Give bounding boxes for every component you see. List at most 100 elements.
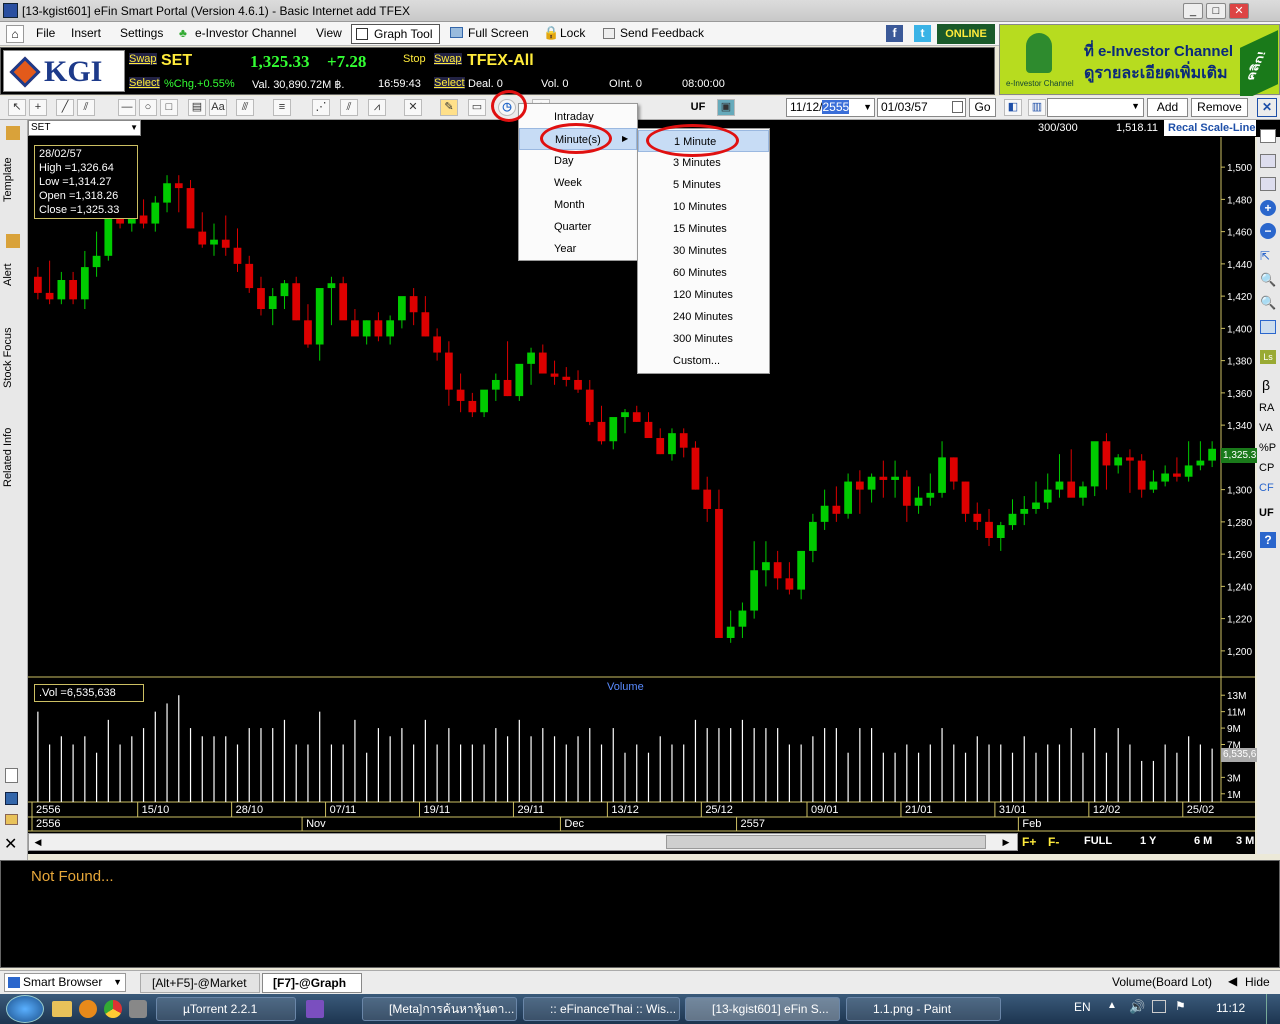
open-folder-icon[interactable]	[5, 814, 18, 825]
new-document-icon[interactable]	[5, 768, 18, 783]
chart-list-icon[interactable]: ▥	[1028, 99, 1046, 116]
save-chart-icon[interactable]: ◧	[1004, 99, 1022, 116]
menu-file[interactable]: File	[36, 26, 55, 40]
taskbar-efinance[interactable]: :: eFinanceThai :: Wis...	[523, 997, 680, 1021]
tab-market[interactable]: [Alt+F5]-@Market	[140, 973, 260, 993]
minimize-button[interactable]: _	[1183, 3, 1203, 19]
tab-template[interactable]: Template	[2, 150, 24, 210]
add-button[interactable]: Add	[1147, 98, 1188, 117]
menu-full-screen[interactable]: Full Screen	[468, 26, 529, 40]
menu-insert[interactable]: Insert	[71, 26, 101, 40]
text-tool-icon[interactable]: Aa	[209, 99, 227, 116]
picture-icon[interactable]: ▣	[717, 99, 735, 116]
minute-30[interactable]: 30 Minutes	[638, 240, 769, 262]
magnify-out-icon[interactable]: 🔍	[1260, 295, 1276, 311]
scroll-left-icon[interactable]: ◀	[31, 835, 45, 849]
parallel-line-tool-icon[interactable]: ⫽	[77, 99, 95, 116]
menu-e-investor-channel[interactable]: e-Investor Channel	[195, 26, 296, 40]
minute-custom[interactable]: Custom...	[638, 350, 769, 372]
pattern-tool-icon[interactable]: ⩘	[368, 99, 386, 116]
smart-browser-select[interactable]: Smart Browser ▼	[4, 973, 126, 992]
range-full-button[interactable]: FULL	[1084, 835, 1112, 847]
tool-uf[interactable]: UF	[1259, 507, 1274, 519]
menu-view[interactable]: View	[316, 26, 342, 40]
range-6m-button[interactable]: 6 M	[1194, 835, 1212, 847]
recal-scale-line[interactable]: Recal Scale-Line	[1164, 120, 1256, 136]
taskbar-chrome-meta[interactable]: [Meta]การค้นหาหุ้นตา...	[362, 997, 517, 1021]
network-icon[interactable]	[1152, 1000, 1166, 1013]
eraser-tool-icon[interactable]: ▭	[468, 99, 486, 116]
minute-240[interactable]: 240 Minutes	[638, 306, 769, 328]
uf-button[interactable]: UF	[686, 99, 710, 116]
ls-icon[interactable]: Ls	[1260, 350, 1276, 364]
calendar-icon[interactable]	[952, 101, 963, 113]
circle-tool-icon[interactable]: ○	[139, 99, 157, 116]
flag-icon[interactable]: ⚑	[1175, 999, 1186, 1013]
delete-tool-icon[interactable]: ✕	[404, 99, 422, 116]
menu-graph-tool[interactable]: Graph Tool	[351, 24, 440, 44]
line-style-icon[interactable]: ≡	[273, 99, 291, 116]
taskbar-efin-portal[interactable]: [13-kgist601] eFin S...	[685, 997, 840, 1021]
taskbar-utorrent[interactable]: µTorrent 2.2.1	[156, 997, 296, 1021]
show-desktop-button[interactable]	[1266, 994, 1280, 1024]
hide-button[interactable]: Hide	[1245, 975, 1270, 989]
crosshair-tool-icon[interactable]: +	[29, 99, 47, 116]
zoom-out-button[interactable]: F-	[1048, 835, 1059, 849]
taskbar-paint[interactable]: 1.1.png - Paint	[846, 997, 1001, 1021]
tool-pct[interactable]: %P	[1259, 442, 1276, 454]
period-year[interactable]: Year	[519, 238, 637, 260]
tab-graph[interactable]: [F7]-@Graph	[262, 973, 362, 993]
rectangle-tool-icon[interactable]: □	[160, 99, 178, 116]
pencil-tool-icon[interactable]: ✎	[440, 99, 458, 116]
template-select[interactable]: ▼	[1047, 98, 1144, 117]
tab-alert[interactable]: Alert	[2, 255, 24, 295]
pointer-tool-icon[interactable]: ↖	[8, 99, 26, 116]
andrews-tool-icon[interactable]: ⫽	[340, 99, 358, 116]
close-panel-icon[interactable]: ✕	[4, 834, 17, 854]
menu-settings[interactable]: Settings	[120, 26, 163, 40]
maximize-button[interactable]: □	[1206, 3, 1226, 19]
explorer-pin-icon[interactable]	[52, 1001, 72, 1017]
note-tool-icon[interactable]: ▤	[188, 99, 206, 116]
period-quarter[interactable]: Quarter	[519, 216, 637, 238]
zoom-in-icon[interactable]: +	[1260, 200, 1276, 216]
range-3m-button[interactable]: 3 M	[1236, 835, 1254, 847]
help-icon[interactable]: ?	[1260, 532, 1276, 548]
menu-lock[interactable]: Lock	[560, 26, 585, 40]
scroll-bar[interactable]: ◀ ▶	[28, 833, 1018, 851]
minute-15[interactable]: 15 Minutes	[638, 218, 769, 240]
ad-banner[interactable]: e-Investor Channel ที่ e-Investor Channe…	[999, 24, 1280, 102]
tool-ra[interactable]: RA	[1259, 402, 1274, 414]
scroll-right-icon[interactable]: ▶	[999, 835, 1013, 849]
go-button[interactable]: Go	[969, 98, 996, 117]
tab-related-info[interactable]: Related Info	[2, 420, 24, 495]
tab-stock-focus[interactable]: Stock Focus	[2, 320, 24, 395]
horizontal-line-tool-icon[interactable]: —	[118, 99, 136, 116]
home-icon[interactable]: ⌂	[6, 25, 24, 43]
minute-300[interactable]: 300 Minutes	[638, 328, 769, 350]
select-link-2[interactable]: Select	[434, 77, 465, 89]
trendline-tool-icon[interactable]: ╱	[56, 99, 74, 116]
date-dropdown-arrow[interactable]: ▼	[863, 99, 872, 116]
zoom-in-button[interactable]: F+	[1022, 835, 1036, 849]
symbol-select[interactable]: SET ▼	[28, 120, 141, 136]
indicator-icon[interactable]	[1260, 154, 1276, 168]
volume-icon[interactable]: 🔊	[1129, 999, 1145, 1015]
zoom-out-icon[interactable]: −	[1260, 223, 1276, 239]
minute-60[interactable]: 60 Minutes	[638, 262, 769, 284]
menu-send-feedback[interactable]: Send Feedback	[620, 26, 704, 40]
vs-icon[interactable]	[306, 1000, 324, 1018]
select-link-1[interactable]: Select	[129, 77, 160, 89]
chrome-pin-icon[interactable]	[104, 1000, 122, 1018]
tool-va[interactable]: VA	[1259, 422, 1273, 434]
media-pin-icon[interactable]	[79, 1000, 97, 1018]
fibonacci-tool-icon[interactable]: ⫻	[236, 99, 254, 116]
remove-button[interactable]: Remove	[1191, 98, 1248, 117]
twitter-icon[interactable]: t	[914, 25, 931, 42]
minute-120[interactable]: 120 Minutes	[638, 284, 769, 306]
grid-icon[interactable]	[1260, 320, 1276, 334]
gann-tool-icon[interactable]: ⋰	[312, 99, 330, 116]
tool-cf[interactable]: CF	[1259, 482, 1274, 494]
minute-5[interactable]: 5 Minutes	[638, 174, 769, 196]
save-icon[interactable]	[5, 792, 18, 805]
